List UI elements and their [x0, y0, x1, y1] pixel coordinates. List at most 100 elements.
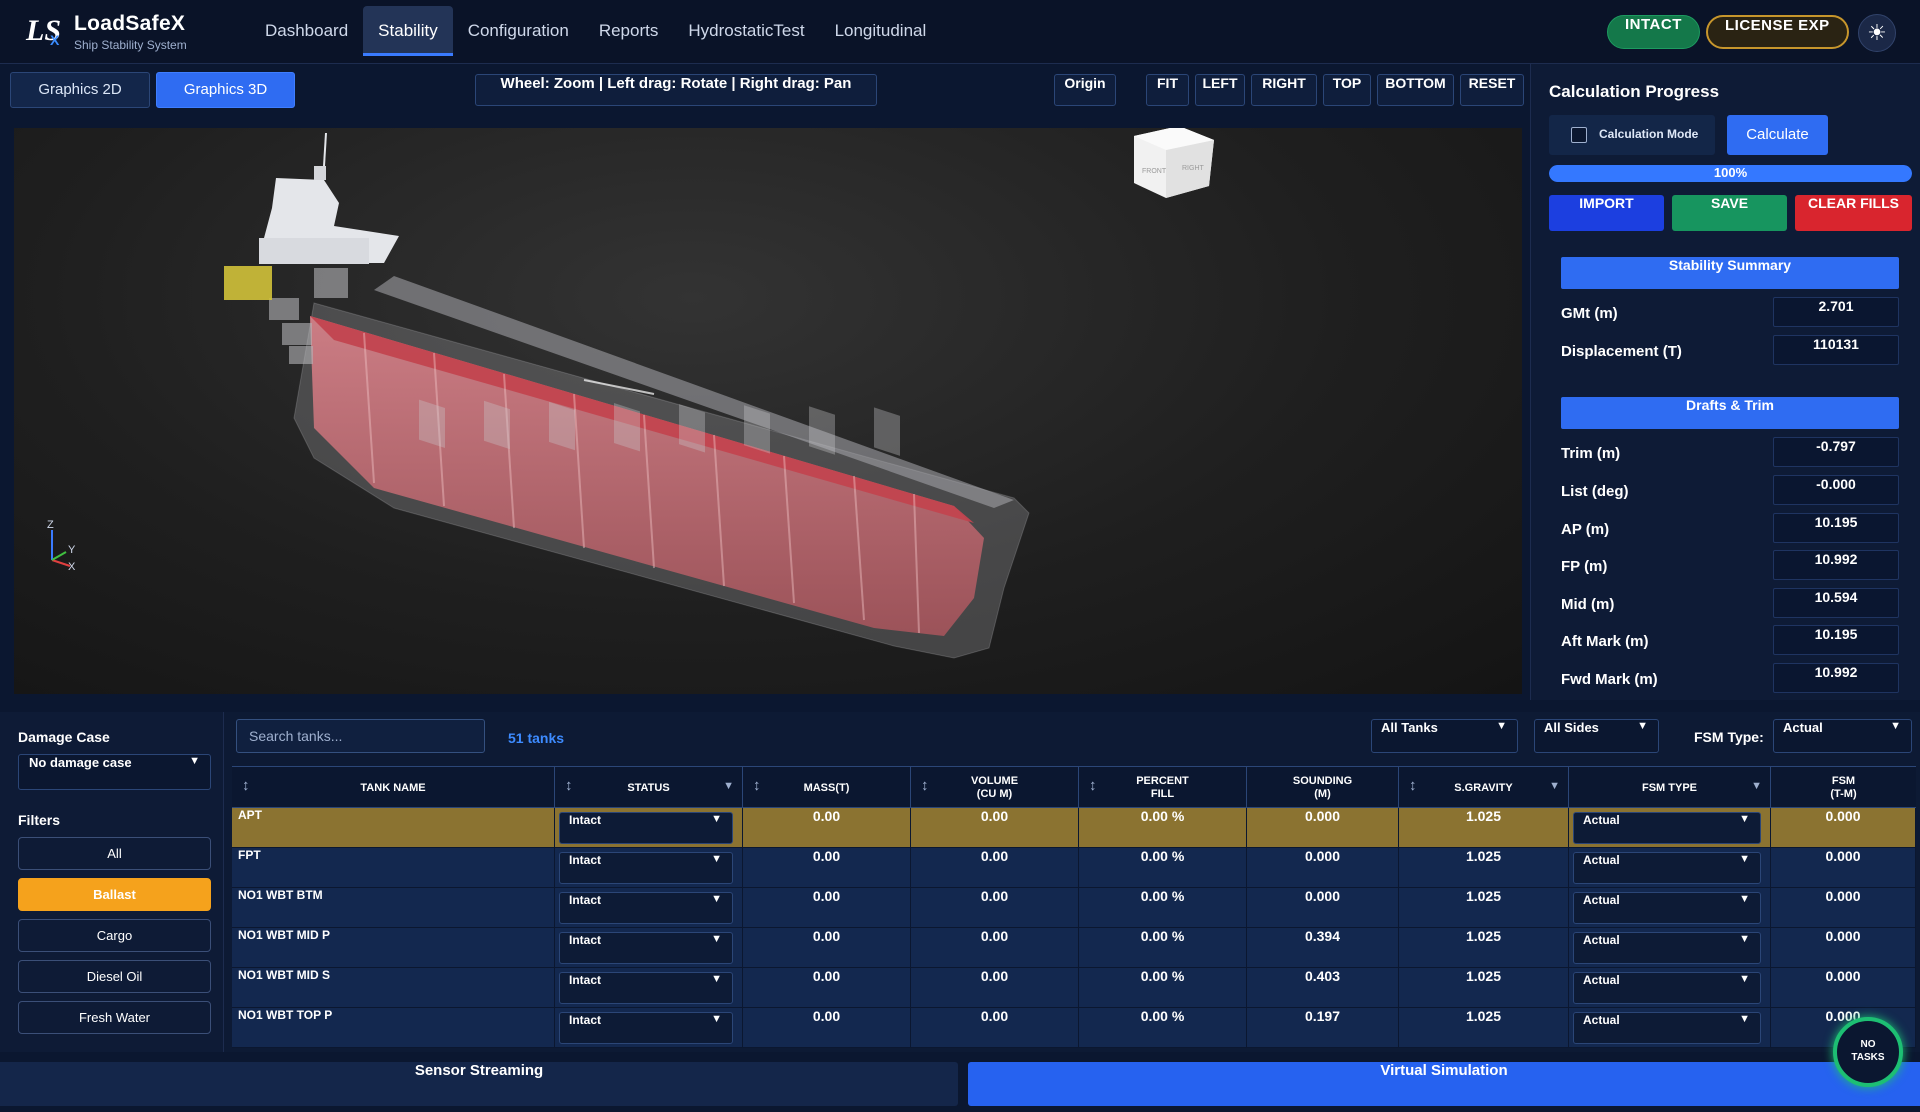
fsm-type-row-select[interactable]: Actual ▼ — [1573, 932, 1761, 964]
side-select[interactable]: All Sides ▼ — [1534, 719, 1659, 753]
table-body: APT Intact ▼ 0.00 0.00 0.00 % 0.000 1.025 Actual… — [232, 808, 1916, 1052]
col-mass[interactable]: ↕ MASS(T) — [743, 767, 911, 809]
filter-cargo-button[interactable]: Cargo — [18, 919, 211, 952]
app-logo[interactable]: LS X LoadSafeX Ship Stability System — [22, 12, 187, 52]
tank-type-value: All Tanks — [1381, 720, 1438, 735]
app-subtitle: Ship Stability System — [74, 38, 187, 52]
sort-icon[interactable]: ↕ — [921, 778, 929, 793]
table-row[interactable]: APT Intact ▼ 0.00 0.00 0.00 % 0.000 1.025 Actual… — [232, 808, 1916, 848]
calculation-mode-checkbox[interactable] — [1571, 127, 1587, 143]
top-bar: LS X LoadSafeX Ship Stability System Das… — [0, 0, 1920, 64]
filter-all-button[interactable]: All — [18, 837, 211, 870]
tank-type-select[interactable]: All Tanks ▼ — [1371, 719, 1518, 753]
filters-panel: Damage Case No damage case ▼ Filters All… — [0, 712, 224, 1052]
cell-name: NO1 WBT BTM — [232, 888, 555, 928]
col-volume[interactable]: ↕ VOLUME (CU M) — [911, 767, 1079, 809]
sort-icon[interactable]: ↕ — [753, 778, 761, 793]
table-row[interactable]: NO1 WBT TOP P Intact ▼ 0.00 0.00 0.00 % 0.197 1… — [232, 1008, 1916, 1048]
nav-longitudinal[interactable]: Longitudinal — [820, 6, 942, 56]
damage-case-select[interactable]: No damage case ▼ — [18, 754, 211, 790]
nav-configuration[interactable]: Configuration — [453, 6, 584, 56]
license-exp-badge[interactable]: LICENSE EXP — [1706, 15, 1849, 49]
aft-mark-value: 10.195 — [1773, 625, 1899, 655]
view-top-button[interactable]: TOP — [1323, 74, 1371, 106]
nav-hydrostatic-test[interactable]: HydrostaticTest — [673, 6, 819, 56]
view-reset-button[interactable]: RESET — [1460, 74, 1524, 106]
col-fsm[interactable]: FSM (T-M) — [1771, 767, 1916, 809]
origin-button[interactable]: Origin — [1054, 74, 1116, 106]
view-bottom-button[interactable]: BOTTOM — [1377, 74, 1454, 106]
sort-icon[interactable]: ↕ — [1089, 778, 1097, 793]
fsm-type-row-select[interactable]: Actual ▼ — [1573, 812, 1761, 844]
table-row[interactable]: NO1 WBT MID S Intact ▼ 0.00 0.00 0.00 % 0.403 1… — [232, 968, 1916, 1008]
sort-icon[interactable]: ↕ — [242, 778, 250, 793]
sensor-streaming-button[interactable]: Sensor Streaming — [0, 1062, 958, 1106]
filter-icon[interactable]: ▼ — [1751, 780, 1762, 793]
calculation-mode-toggle[interactable]: Calculation Mode — [1549, 115, 1715, 155]
calculate-button[interactable]: Calculate — [1727, 115, 1828, 155]
axis-z-label: Z — [47, 519, 54, 531]
col-tank-name[interactable]: ↕ TANK NAME — [232, 767, 555, 809]
filter-icon[interactable]: ▼ — [1549, 780, 1560, 793]
col-fsm-type[interactable]: FSM TYPE ▼ — [1569, 767, 1771, 809]
tab-graphics-3d[interactable]: Graphics 3D — [156, 72, 295, 108]
filter-ballast-button[interactable]: Ballast — [18, 878, 211, 911]
intact-status-badge[interactable]: INTACT — [1607, 15, 1700, 49]
cell-name: NO1 WBT MID P — [232, 928, 555, 968]
sort-icon[interactable]: ↕ — [1409, 778, 1417, 793]
view-cube[interactable]: FRONT RIGHT — [1134, 128, 1214, 198]
tab-graphics-2d[interactable]: Graphics 2D — [10, 72, 150, 108]
calculation-panel: Calculation Progress Calculation Mode Ca… — [1530, 64, 1920, 700]
table-row[interactable]: NO1 WBT MID P Intact ▼ 0.00 0.00 0.00 % 0.394 1… — [232, 928, 1916, 968]
sun-icon[interactable]: ☀ — [1858, 14, 1896, 52]
chevron-down-icon: ▼ — [1739, 853, 1750, 865]
status-select[interactable]: Intact ▼ — [559, 932, 733, 964]
col-s-gravity[interactable]: ↕ S.GRAVITY ▼ — [1399, 767, 1569, 809]
tank-search-input[interactable] — [236, 719, 485, 753]
fsm-type-row-select[interactable]: Actual ▼ — [1573, 972, 1761, 1004]
import-button[interactable]: IMPORT — [1549, 195, 1664, 231]
nav-stability[interactable]: Stability — [363, 6, 453, 56]
table-row[interactable]: NO1 WBT BTM Intact ▼ 0.00 0.00 0.00 % 0.000 1.0… — [232, 888, 1916, 928]
virtual-simulation-button[interactable]: Virtual Simulation — [968, 1062, 1920, 1106]
status-value: Intact — [569, 933, 602, 947]
col-percent-fill[interactable]: ↕ PERCENT FILL — [1079, 767, 1247, 809]
fsm-type-row-select[interactable]: Actual ▼ — [1573, 852, 1761, 884]
displacement-label: Displacement (T) — [1561, 343, 1682, 360]
status-select[interactable]: Intact ▼ — [559, 972, 733, 1004]
clear-fills-button[interactable]: CLEAR FILLS — [1795, 195, 1912, 231]
cell-volume: 0.00 — [911, 808, 1079, 848]
cell-sounding: 0.000 — [1247, 808, 1399, 848]
nav-dashboard[interactable]: Dashboard — [250, 6, 363, 56]
view-fit-button[interactable]: FIT — [1146, 74, 1189, 106]
view-left-button[interactable]: LEFT — [1195, 74, 1245, 106]
col-status[interactable]: ↕ STATUS ▼ — [555, 767, 743, 809]
cell-sg: 1.025 — [1399, 848, 1569, 888]
filter-fresh-water-button[interactable]: Fresh Water — [18, 1001, 211, 1034]
filter-diesel-oil-button[interactable]: Diesel Oil — [18, 960, 211, 993]
fsm_type-value: Actual — [1583, 933, 1620, 947]
fsm-type-select[interactable]: Actual ▼ — [1773, 719, 1912, 753]
save-button[interactable]: SAVE — [1672, 195, 1787, 231]
fsm_type-value: Actual — [1583, 853, 1620, 867]
table-row[interactable]: FPT Intact ▼ 0.00 0.00 0.00 % 0.000 1.025 Actual… — [232, 848, 1916, 888]
cell-sounding: 0.000 — [1247, 848, 1399, 888]
cell-volume: 0.00 — [911, 888, 1079, 928]
3d-viewport[interactable]: FRONT RIGHT Z Y X — [14, 128, 1522, 694]
status-select[interactable]: Intact ▼ — [559, 852, 733, 884]
col-sounding[interactable]: SOUNDING (M) — [1247, 767, 1399, 809]
tank-table-area: 51 tanks All Tanks ▼ All Sides ▼ FSM Typ… — [224, 712, 1920, 1052]
status-select[interactable]: Intact ▼ — [559, 1012, 733, 1044]
status-select[interactable]: Intact ▼ — [559, 812, 733, 844]
fsm-type-row-select[interactable]: Actual ▼ — [1573, 892, 1761, 924]
no-tasks-indicator[interactable]: NO TASKS — [1833, 1017, 1903, 1087]
view-right-button[interactable]: RIGHT — [1251, 74, 1317, 106]
filter-icon[interactable]: ▼ — [723, 780, 734, 793]
controls-hint: Wheel: Zoom | Left drag: Rotate | Right … — [475, 74, 877, 106]
sort-icon[interactable]: ↕ — [565, 778, 573, 793]
fsm-type-row-select[interactable]: Actual ▼ — [1573, 1012, 1761, 1044]
cell-fsm-type: Actual ▼ — [1569, 808, 1771, 848]
cell-fill: 0.00 % — [1079, 848, 1247, 888]
nav-reports[interactable]: Reports — [584, 6, 674, 56]
status-select[interactable]: Intact ▼ — [559, 892, 733, 924]
